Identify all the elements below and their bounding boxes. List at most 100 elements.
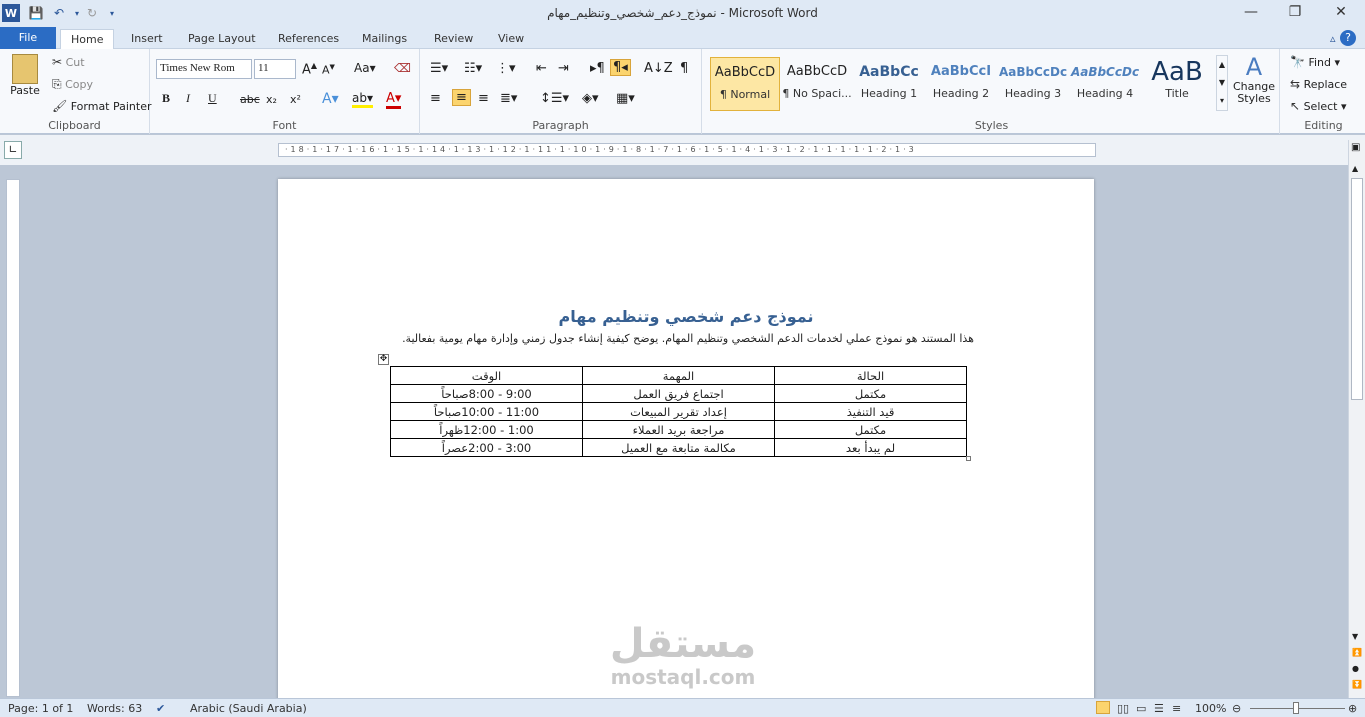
grow-font-icon[interactable]: A▲ [302, 61, 317, 77]
show-marks-icon[interactable]: ¶ [680, 61, 688, 76]
italic-button[interactable]: I [186, 91, 190, 106]
table-cell[interactable]: مكالمة متابعة مع العميل [582, 438, 775, 457]
multilevel-list-icon[interactable]: ⋮▾ [496, 61, 516, 76]
clear-formatting-icon[interactable]: ⌫ [394, 61, 411, 75]
web-layout-icon[interactable]: ▭ [1136, 702, 1146, 715]
table-header-cell[interactable]: المهمة [582, 366, 775, 385]
ruler-toggle-icon[interactable]: ▣ [1351, 142, 1360, 153]
table-cell[interactable]: اجتماع فريق العمل [582, 384, 775, 403]
table-move-handle-icon[interactable]: ✥ [378, 354, 389, 365]
align-center-icon[interactable]: ≡ [452, 89, 471, 106]
rtl-direction-icon[interactable]: ¶◂ [610, 59, 631, 76]
shading-icon[interactable]: ◈▾ [582, 91, 599, 106]
font-name-combo[interactable]: Times New Rom [156, 59, 252, 79]
full-screen-reading-icon[interactable]: ▯▯ [1117, 702, 1129, 715]
style-heading-4[interactable]: AaBbCcDc Heading 4 [1070, 57, 1140, 111]
table-cell[interactable]: 9:00 - 8:00صباحاً [390, 384, 583, 403]
ltr-direction-icon[interactable]: ▸¶ [590, 61, 605, 76]
format-painter-button[interactable]: 🖌 Format Painter [52, 99, 152, 113]
underline-button[interactable]: U [208, 91, 217, 106]
align-left-icon[interactable]: ≡ [430, 91, 441, 106]
shrink-font-icon[interactable]: A▼ [322, 63, 335, 77]
style-no-spacing[interactable]: AaBbCcD ¶ No Spaci... [782, 57, 852, 111]
table-cell[interactable]: مكتمل [774, 420, 967, 439]
bullets-icon[interactable]: ☰▾ [430, 61, 448, 76]
table-cell[interactable]: 11:00 - 10:00صباحاً [390, 402, 583, 421]
minimize-button[interactable]: — [1236, 4, 1266, 24]
find-button[interactable]: 🔭 Find ▾ [1290, 55, 1340, 69]
paste-button[interactable]: Paste [8, 54, 42, 97]
help-icon[interactable]: ? [1340, 30, 1356, 46]
copy-button[interactable]: ⎘ Copy [52, 77, 93, 92]
vertical-scrollbar[interactable]: ▣ ▲ ▼ ⏫ ● ⏬ [1348, 140, 1365, 698]
tab-review[interactable]: Review [424, 29, 483, 49]
tab-page-layout[interactable]: Page Layout [178, 29, 266, 49]
language-indicator[interactable]: Arabic (Saudi Arabia) [190, 702, 307, 715]
sort-icon[interactable]: A↓Z [644, 61, 673, 76]
line-spacing-icon[interactable]: ↕☰▾ [540, 91, 569, 106]
table-cell[interactable]: قيد التنفيذ [774, 402, 967, 421]
document-paragraph[interactable]: هذا المستند هو نموذج عملي لخدمات الدعم ا… [398, 332, 974, 345]
table-resize-handle[interactable] [966, 456, 971, 461]
style-heading-2[interactable]: AaBbCcI Heading 2 [926, 57, 996, 111]
highlight-icon[interactable]: ab▾ [352, 91, 373, 108]
tab-home[interactable]: Home [60, 29, 115, 50]
vertical-ruler[interactable] [6, 179, 20, 697]
justify-icon[interactable]: ≣▾ [500, 91, 517, 106]
tab-selector-icon[interactable]: ∟ [4, 141, 22, 159]
draft-icon[interactable]: ≡ [1172, 702, 1181, 715]
outline-icon[interactable]: ☰ [1154, 702, 1164, 715]
table-header-cell[interactable]: الحالة [774, 366, 967, 385]
tab-insert[interactable]: Insert [121, 29, 173, 49]
zoom-out-icon[interactable]: ⊖ [1232, 702, 1241, 715]
table-cell[interactable]: إعداد تقرير المبيعات [582, 402, 775, 421]
task-table[interactable]: الحالة المهمة الوقت مكتمل اجتماع فريق ال… [390, 366, 967, 457]
horizontal-ruler[interactable]: ·18·1·17·1·16·1·15·1·14·1·13·1·12·1·11·1… [278, 143, 1096, 157]
next-page-icon[interactable]: ⏬ [1352, 680, 1362, 689]
browse-object-icon[interactable]: ● [1352, 664, 1359, 673]
bold-button[interactable]: B [162, 91, 170, 106]
change-styles-button[interactable]: A Change Styles [1232, 53, 1276, 105]
zoom-in-icon[interactable]: ⊕ [1348, 702, 1357, 715]
table-cell[interactable]: لم يبدأ بعد [774, 438, 967, 457]
scroll-up-icon[interactable]: ▲ [1352, 164, 1358, 173]
superscript-button[interactable]: x² [290, 93, 301, 106]
tab-file[interactable]: File [0, 27, 56, 49]
replace-button[interactable]: ⇆ Replace [1290, 77, 1347, 91]
font-color-icon[interactable]: A▾ [386, 91, 402, 109]
styles-scroll-icon[interactable]: ▲ ▼ ▾ [1216, 55, 1228, 111]
close-button[interactable]: ✕ [1326, 4, 1356, 24]
zoom-slider-thumb[interactable] [1293, 702, 1299, 714]
cut-button[interactable]: ✂ Cut [52, 55, 85, 69]
table-cell[interactable]: 1:00 - 12:00ظهراً [390, 420, 583, 439]
text-effects-icon[interactable]: A▾ [322, 91, 339, 107]
proofing-icon[interactable]: ✔ [156, 702, 165, 715]
style-heading-3[interactable]: AaBbCcDc Heading 3 [998, 57, 1068, 111]
tab-mailings[interactable]: Mailings [352, 29, 417, 49]
decrease-indent-icon[interactable]: ⇤ [536, 61, 547, 76]
print-layout-icon[interactable] [1096, 701, 1110, 714]
table-cell[interactable]: مكتمل [774, 384, 967, 403]
scroll-down-icon[interactable]: ▼ [1352, 632, 1358, 641]
table-cell[interactable]: 3:00 - 2:00عصراً [390, 438, 583, 457]
strikethrough-button[interactable]: abc [240, 93, 260, 106]
tab-view[interactable]: View [488, 29, 534, 49]
restore-button[interactable]: ❐ [1280, 4, 1310, 24]
select-button[interactable]: ↖ Select ▾ [1290, 99, 1347, 113]
change-case-icon[interactable]: Aa▾ [354, 61, 376, 75]
word-count[interactable]: Words: 63 [87, 702, 142, 715]
page-count[interactable]: Page: 1 of 1 [8, 702, 73, 715]
numbering-icon[interactable]: ☷▾ [464, 61, 482, 76]
borders-icon[interactable]: ▦▾ [616, 91, 635, 106]
increase-indent-icon[interactable]: ⇥ [558, 61, 569, 76]
previous-page-icon[interactable]: ⏫ [1352, 648, 1362, 657]
table-cell[interactable]: مراجعة بريد العملاء [582, 420, 775, 439]
tab-references[interactable]: References [268, 29, 349, 49]
align-right-icon[interactable]: ≡ [478, 91, 489, 106]
zoom-level[interactable]: 100% [1195, 702, 1226, 715]
scroll-thumb[interactable] [1351, 178, 1363, 400]
subscript-button[interactable]: x₂ [266, 93, 277, 106]
font-size-combo[interactable]: 11 [254, 59, 296, 79]
table-header-cell[interactable]: الوقت [390, 366, 583, 385]
style-title[interactable]: AaB Title [1142, 57, 1212, 111]
